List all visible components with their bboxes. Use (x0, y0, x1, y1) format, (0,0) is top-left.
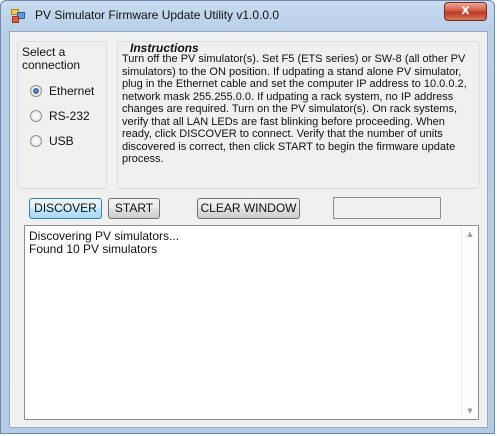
application-window: PV Simulator Firmware Update Utility v1.… (0, 0, 495, 434)
app-window-icon (11, 9, 25, 23)
vertical-scrollbar[interactable]: ▲ ▼ (461, 226, 478, 419)
radio-ethernet[interactable]: Ethernet (30, 83, 94, 99)
radio-usb[interactable]: USB (30, 133, 74, 149)
radio-label: Ethernet (49, 84, 95, 98)
clear-window-button[interactable]: CLEAR WINDOW (197, 198, 300, 219)
radio-button-icon[interactable] (30, 85, 42, 97)
close-icon: x (461, 3, 470, 18)
radio-button-icon[interactable] (30, 135, 42, 147)
scroll-up-icon[interactable]: ▲ (462, 226, 478, 242)
connection-group-title: Select a connection (22, 45, 81, 72)
close-button[interactable]: x (444, 2, 487, 21)
radio-button-icon[interactable] (30, 110, 42, 122)
discover-button[interactable]: DISCOVER (29, 198, 102, 219)
scroll-down-icon[interactable]: ▼ (462, 403, 478, 419)
log-line: Found 10 PV simulators (29, 242, 158, 256)
radio-label: USB (49, 134, 74, 148)
radio-label: RS-232 (49, 109, 90, 123)
log-line: Discovering PV simulators... (29, 229, 180, 243)
radio-rs232[interactable]: RS-232 (30, 108, 90, 124)
title-bar[interactable]: PV Simulator Firmware Update Utility v1.… (1, 1, 494, 31)
status-field (333, 197, 441, 219)
start-button[interactable]: START (108, 198, 160, 219)
log-output[interactable]: Discovering PV simulators... Found 10 PV… (24, 225, 479, 420)
client-area: Select a connection Ethernet RS-232 USB … (9, 31, 488, 428)
window-title: PV Simulator Firmware Update Utility v1.… (35, 8, 280, 22)
instructions-text: Turn off the PV simulator(s). Set F5 (ET… (122, 53, 467, 165)
